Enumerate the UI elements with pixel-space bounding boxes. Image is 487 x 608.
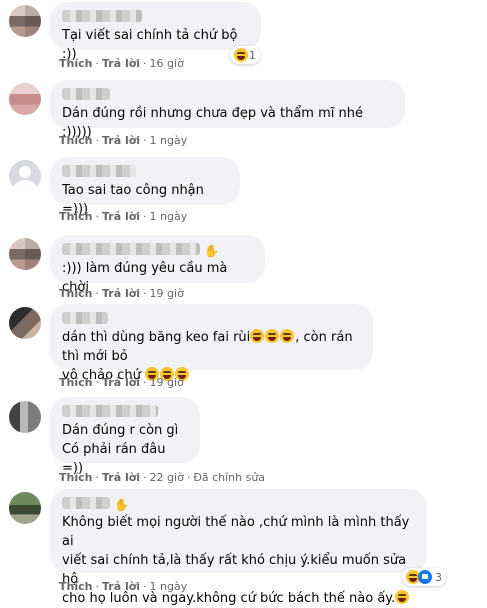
commenter-name-blurred[interactable] <box>62 497 110 509</box>
timestamp[interactable]: 16 giờ <box>150 57 184 70</box>
reply-link[interactable]: Trả lời <box>102 580 140 593</box>
comment-bubble: Dán đúng r còn gì Có phải rán đâu =)) <box>50 397 200 476</box>
reply-link[interactable]: Trả lời <box>102 210 140 223</box>
avatar[interactable] <box>9 401 41 433</box>
like-link[interactable]: Thích <box>59 376 92 389</box>
timestamp[interactable]: 22 giờ <box>150 471 184 484</box>
comment-bubble: dán thì dùng băng keo fai rùi, còn rán t… <box>50 304 373 383</box>
like-link[interactable]: Thích <box>59 134 92 147</box>
comment-actions: Thích · Trả lời · 19 giờ <box>59 287 184 300</box>
comment-bubble: ✋ :))) làm đúng yêu cầu mà chời <box>50 235 265 295</box>
comment-actions: Thích · Trả lời · 16 giờ <box>59 57 184 70</box>
timestamp[interactable]: 1 ngày <box>150 210 188 223</box>
commenter-name-blurred[interactable] <box>62 405 158 417</box>
avatar[interactable] <box>9 238 41 270</box>
commenter-name-blurred[interactable] <box>62 165 136 177</box>
edited-label[interactable]: Đã chỉnh sửa <box>193 471 265 484</box>
comment-bubble: Tại viết sai chính tả chứ bộ :)) <box>50 2 261 62</box>
reply-link[interactable]: Trả lời <box>102 376 140 389</box>
wave-hand-icon: ✋ <box>204 244 219 258</box>
comment-text-part: dán thì dùng băng keo fai rùi <box>62 330 251 345</box>
timestamp[interactable]: 19 giờ <box>150 287 184 300</box>
haha-emoji-icon <box>250 329 265 343</box>
comment-text: Dán đúng r còn gì Có phải rán đâu =)) <box>62 421 188 478</box>
like-link[interactable]: Thích <box>59 471 92 484</box>
commenter-name-blurred[interactable] <box>62 10 142 22</box>
comment-text: Không biết mọi người thế nào ,chứ mình l… <box>62 513 415 608</box>
reply-link[interactable]: Trả lời <box>102 287 140 300</box>
haha-emoji-icon <box>280 329 295 343</box>
reaction-badge[interactable]: 3 <box>402 568 446 586</box>
like-link[interactable]: Thích <box>59 287 92 300</box>
rofl-emoji-icon <box>395 590 410 604</box>
comment-text-line: Dán đúng r còn gì <box>62 423 179 438</box>
timestamp[interactable]: 1 ngày <box>150 134 188 147</box>
avatar[interactable] <box>9 83 41 115</box>
reaction-badge[interactable]: 1 <box>230 46 260 64</box>
avatar[interactable] <box>9 307 41 339</box>
reaction-count: 3 <box>435 570 442 584</box>
comment-actions: Thích · Trả lời · 1 ngày <box>59 210 188 223</box>
haha-emoji-icon <box>234 48 248 62</box>
reply-link[interactable]: Trả lời <box>102 471 140 484</box>
avatar[interactable] <box>9 5 41 37</box>
reply-link[interactable]: Trả lời <box>102 134 140 147</box>
commenter-name-blurred[interactable] <box>62 243 200 255</box>
like-link[interactable]: Thích <box>59 57 92 70</box>
comment-actions: Thích · Trả lời · 22 giờ · Đã chỉnh sửa <box>59 471 266 484</box>
default-avatar-icon[interactable] <box>9 160 41 192</box>
comment-actions: Thích · Trả lời · 1 ngày <box>59 134 188 147</box>
reaction-count: 1 <box>249 48 256 62</box>
comment-actions: Thích · Trả lời · 1 ngày <box>59 580 188 593</box>
comment-text-line: cho họ luôn và ngay.không cứ bức bách th… <box>62 591 396 606</box>
wave-hand-icon: ✋ <box>114 498 129 512</box>
timestamp[interactable]: 19 giờ <box>150 376 184 389</box>
comment-bubble: Tao sai tao công nhận =))) <box>50 157 240 217</box>
reply-link[interactable]: Trả lời <box>102 57 140 70</box>
comment-bubble: Dán đúng rồi nhưng chưa đẹp và thẩm mĩ n… <box>50 80 405 140</box>
comment-bubble: ✋ Không biết mọi người thế nào ,chứ mình… <box>50 489 427 606</box>
haha-emoji-icon <box>265 329 280 343</box>
like-link[interactable]: Thích <box>59 580 92 593</box>
comment-text-line: Không biết mọi người thế nào ,chứ mình l… <box>62 515 414 549</box>
like-icon <box>418 570 432 584</box>
commenter-name-blurred[interactable] <box>62 312 108 324</box>
timestamp[interactable]: 1 ngày <box>150 580 188 593</box>
avatar[interactable] <box>9 492 41 524</box>
commenter-name-blurred[interactable] <box>62 88 110 100</box>
comment-actions: Thích · Trả lời · 19 giờ <box>59 376 184 389</box>
like-link[interactable]: Thích <box>59 210 92 223</box>
